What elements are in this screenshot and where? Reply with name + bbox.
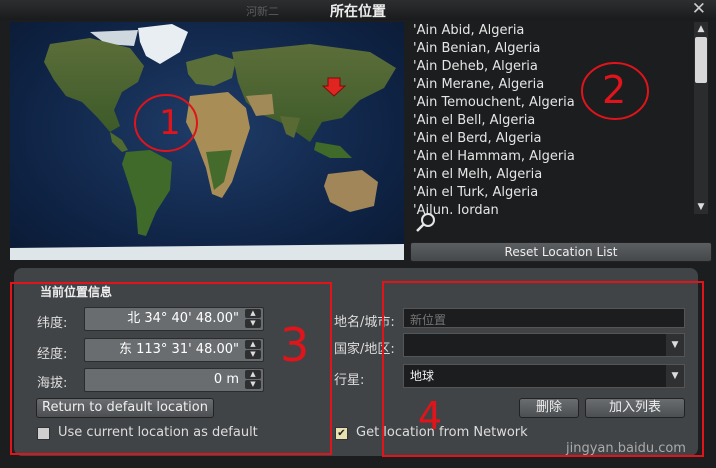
annotation-number-4: 4: [418, 394, 443, 438]
north-america-shape: [44, 38, 144, 132]
south-america-shape: [122, 150, 172, 236]
antarctica-shape: [10, 244, 404, 260]
title-bar: 河新二 所在位置 ✕: [0, 0, 716, 20]
annotation-number-2: 2: [602, 68, 627, 112]
list-item[interactable]: 'Ain el Melh, Algeria: [410, 166, 694, 184]
world-map[interactable]: [10, 22, 404, 260]
se-asia-islands-shape: [314, 142, 352, 158]
europe-shape: [186, 54, 236, 86]
greenland-shape: [138, 24, 188, 64]
scroll-thumb[interactable]: [695, 37, 707, 83]
reset-location-list-button[interactable]: Reset Location List: [410, 242, 712, 262]
scroll-up-icon[interactable]: ▲: [694, 22, 708, 36]
search-icon[interactable]: [414, 212, 438, 238]
central-america-shape: [110, 132, 128, 152]
list-item[interactable]: 'Ain el Berd, Algeria: [410, 130, 694, 148]
world-map-graphic: [10, 24, 404, 260]
get-location-network-checkbox[interactable]: ✔: [335, 427, 348, 440]
location-list-scrollbar[interactable]: ▲ ▼: [694, 22, 708, 214]
scroll-down-icon[interactable]: ▼: [694, 200, 708, 214]
asia-shape: [232, 44, 396, 142]
list-item[interactable]: 'Ain Abid, Algeria: [410, 22, 694, 40]
close-icon[interactable]: ✕: [692, 0, 706, 19]
list-item[interactable]: 'Ain el Hammam, Algeria: [410, 148, 694, 166]
planet-label: 行星:: [334, 373, 365, 388]
australia-shape: [324, 170, 378, 212]
list-item[interactable]: 'Ain el Turk, Algeria: [410, 184, 694, 202]
annotation-number-1: 1: [159, 103, 181, 143]
india-shape: [280, 116, 300, 138]
window-title: 所在位置: [330, 4, 386, 20]
annotation-number-3: 3: [280, 318, 310, 372]
list-item[interactable]: 'Ajlun, Jordan: [410, 202, 694, 214]
list-item[interactable]: 'Ain Benian, Algeria: [410, 40, 694, 58]
watermark: jingyan.baidu.com: [566, 441, 686, 456]
